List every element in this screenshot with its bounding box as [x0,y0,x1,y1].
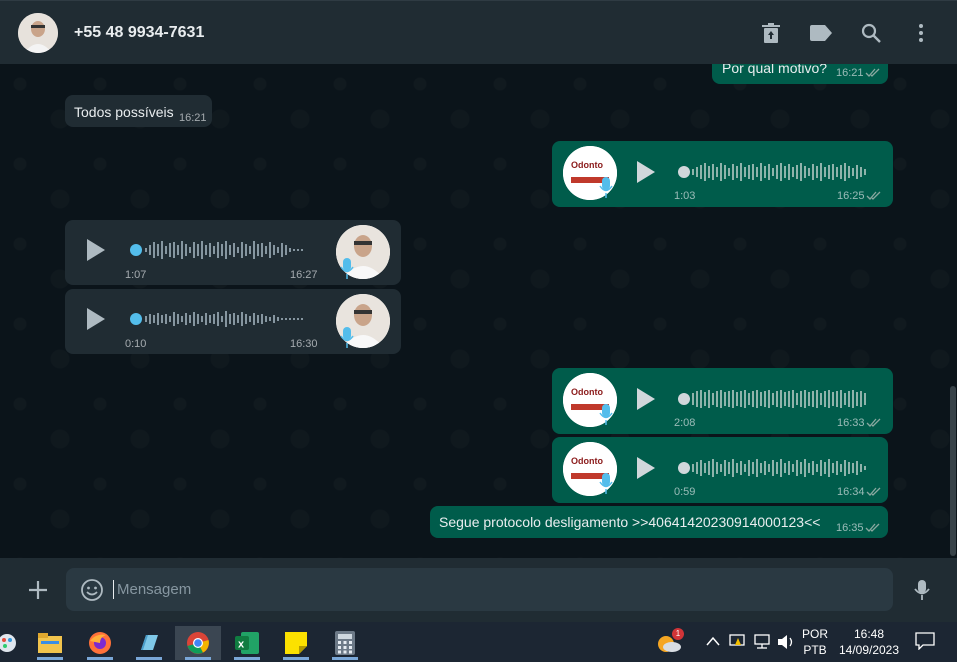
running-indicator [332,657,358,660]
playback-position-dot[interactable] [678,166,690,178]
language-line1: POR [801,627,828,641]
voice-mic-icon [599,177,613,198]
voice-mic-icon [340,327,354,348]
delete-icon[interactable] [759,21,783,45]
message-list[interactable]: Por qual motivo? 16:21 Todos possíveis 1… [0,64,957,558]
voice-mic-icon [340,258,354,279]
voice-message-outgoing[interactable]: Odonto 1:03 16:25 [552,141,893,207]
chat-scrollbar[interactable] [950,386,956,556]
voice-mic-icon [599,404,613,425]
audio-waveform[interactable] [145,308,309,330]
message-text: Segue protocolo desligamento >>406414202… [439,514,821,530]
language-line2: PTB [803,643,827,657]
playback-position-dot[interactable] [130,313,142,325]
sticky-notes-icon[interactable] [273,626,319,660]
windows-taskbar: x 1 POR PTB 16:48 14/09/2023 [0,622,957,662]
play-button[interactable] [637,161,655,183]
message-time: 16:35 [836,522,864,534]
running-indicator [87,657,113,660]
message-text: Por qual motivo? [722,64,828,76]
clock-date: 14/09/2023 [838,643,900,657]
emoji-icon[interactable] [80,578,104,602]
voice-mic-icon [599,473,613,494]
notepad-icon[interactable] [126,626,172,660]
menu-icon[interactable] [909,21,933,45]
voice-duration: 2:08 [674,417,696,429]
voice-message-incoming[interactable]: 0:10 16:30 [65,289,401,354]
message-bubble-outgoing[interactable]: Segue protocolo desligamento >>406414202… [430,506,888,538]
message-time: 16:30 [290,338,318,350]
chat-header: +55 48 9934-7631 [0,0,957,64]
running-indicator [136,657,162,660]
read-ticks-icon [866,487,881,496]
running-indicator [234,657,260,660]
audio-waveform[interactable] [145,239,309,261]
playback-position-dot[interactable] [678,462,690,474]
voice-duration: 0:10 [125,338,147,350]
svg-text:Odonto: Odonto [571,387,603,397]
audio-waveform[interactable] [692,388,868,410]
label-icon[interactable] [809,21,833,45]
weather-icon[interactable]: 1 [650,626,690,660]
clock[interactable]: 16:48 14/09/2023 [836,626,902,658]
running-indicator [283,657,309,660]
contact-name[interactable]: +55 48 9934-7631 [74,24,204,42]
language-indicator[interactable]: POR PTB [799,626,831,658]
composer-bar: Mensagem [0,558,957,622]
calculator-icon[interactable] [322,626,368,660]
notifications-icon[interactable] [915,632,935,650]
file-explorer-icon[interactable] [27,626,73,660]
volume-icon[interactable] [777,634,795,650]
network-icon[interactable] [753,634,771,650]
play-button[interactable] [637,388,655,410]
message-text: Todos possíveis [74,104,174,120]
text-caret [113,580,114,599]
read-ticks-icon [866,191,881,200]
chevron-up-icon[interactable] [706,636,720,646]
firefox-icon[interactable] [77,626,123,660]
voice-message-outgoing[interactable]: Odonto 0:59 16:34 [552,437,888,503]
read-ticks-icon [866,418,881,427]
playback-position-dot[interactable] [130,244,142,256]
microphone-icon[interactable] [910,578,934,602]
weather-badge: 1 [672,628,684,640]
running-indicator [37,657,63,660]
message-bubble-incoming[interactable]: Todos possíveis 16:21 [65,95,212,127]
search-icon[interactable] [859,21,883,45]
message-time: 16:21 [179,112,207,124]
play-button[interactable] [87,308,105,330]
chrome-icon[interactable] [175,626,221,660]
battery-warning-icon[interactable] [729,633,747,649]
message-time: 16:27 [290,269,318,281]
voice-duration: 1:07 [125,269,147,281]
audio-waveform[interactable] [692,161,868,183]
message-time: 16:34 [837,486,865,498]
clock-time: 16:48 [853,627,885,641]
play-button[interactable] [637,457,655,479]
voice-duration: 0:59 [674,486,696,498]
svg-text:x: x [238,639,245,651]
voice-message-outgoing[interactable]: Odonto 2:08 16:33 [552,368,893,434]
svg-text:Odonto: Odonto [571,456,603,466]
excel-icon[interactable]: x [224,626,270,660]
message-input[interactable]: Mensagem [66,568,893,611]
running-indicator [185,657,211,660]
message-bubble-outgoing[interactable]: Por qual motivo? 16:21 [712,64,888,84]
read-ticks-icon [865,523,880,532]
message-time: 16:25 [837,190,865,202]
attach-plus-icon[interactable] [26,578,50,602]
voice-message-incoming[interactable]: 1:07 16:27 [65,220,401,285]
paint-icon[interactable] [0,626,30,660]
contact-avatar[interactable] [18,13,58,53]
svg-text:Odonto: Odonto [571,160,603,170]
audio-waveform[interactable] [692,457,868,479]
voice-duration: 1:03 [674,190,696,202]
message-time: 16:21 [836,67,864,79]
play-button[interactable] [87,239,105,261]
playback-position-dot[interactable] [678,393,690,405]
read-ticks-icon [865,68,880,77]
message-placeholder: Mensagem [117,581,192,598]
message-time: 16:33 [837,417,865,429]
